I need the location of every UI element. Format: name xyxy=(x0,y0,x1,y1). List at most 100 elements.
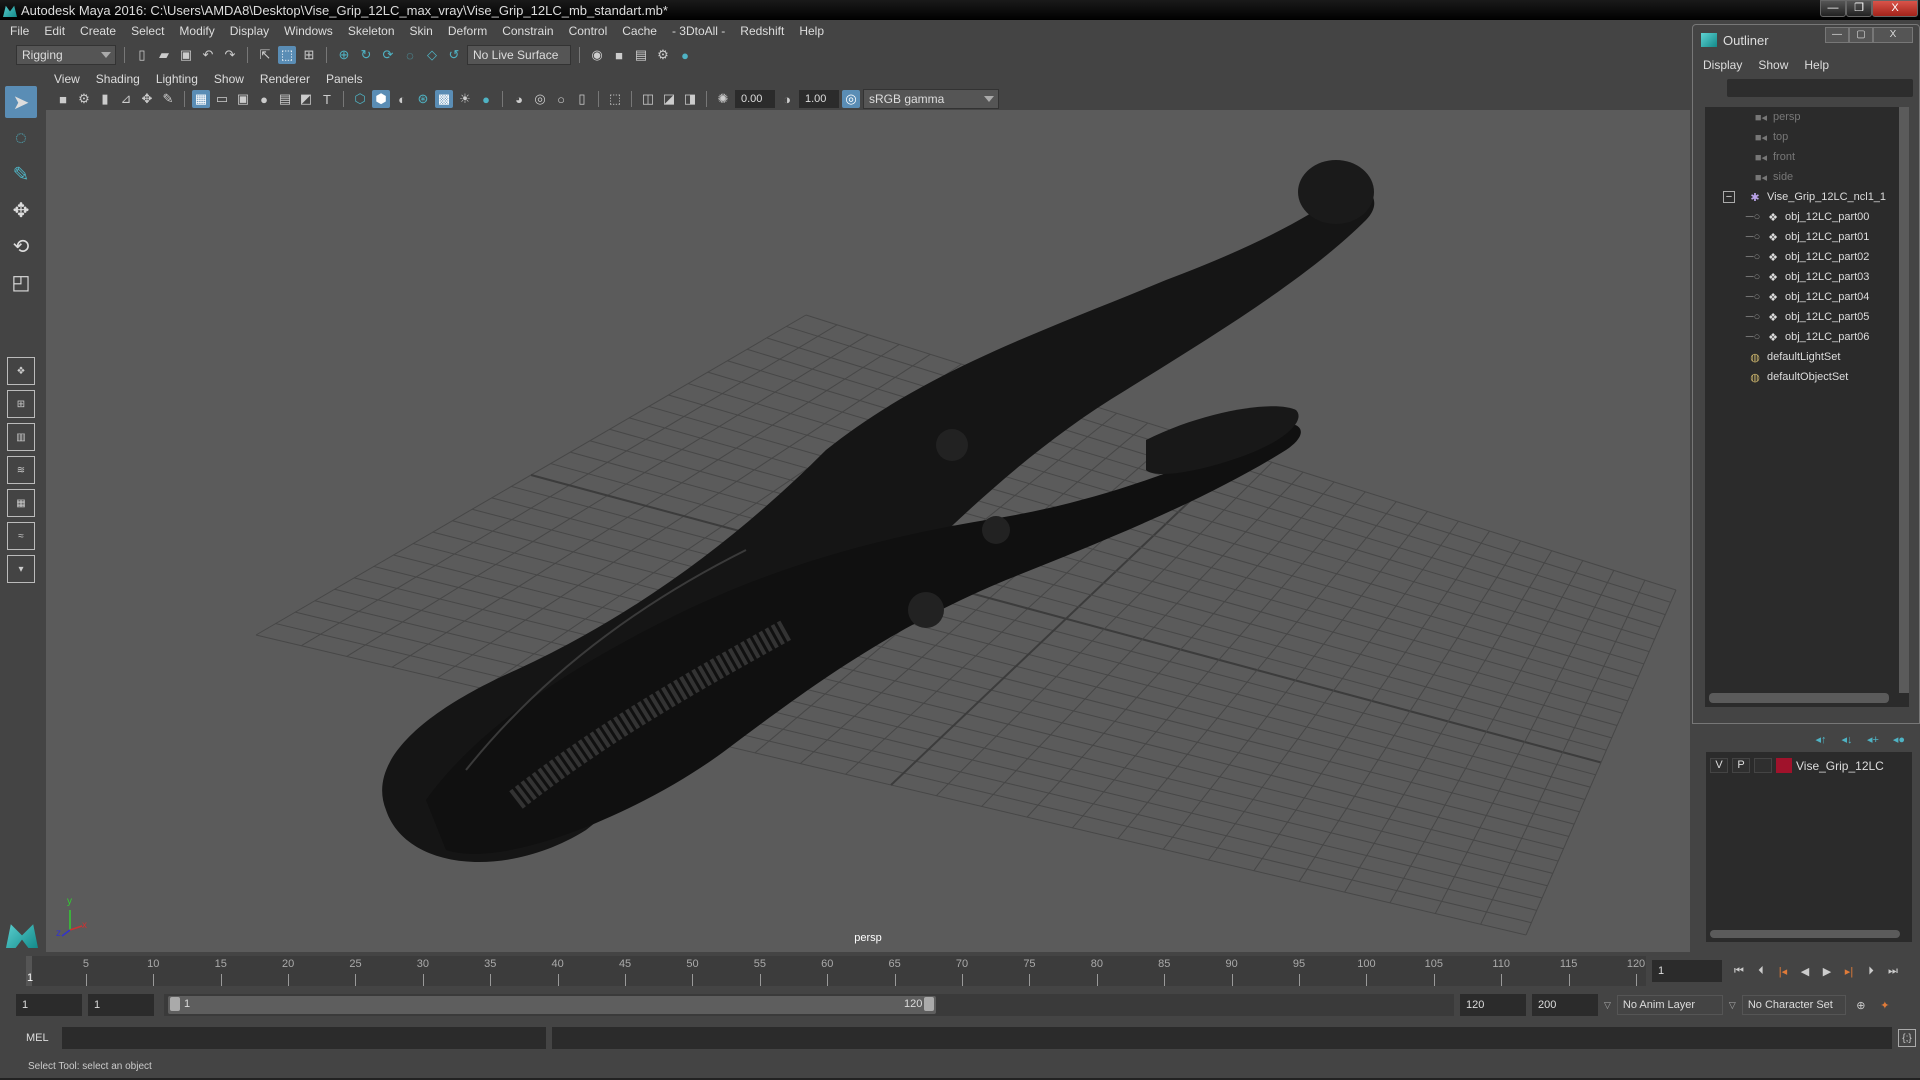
menu-cache[interactable]: Cache xyxy=(622,24,657,38)
ipr-render-icon[interactable]: ▤ xyxy=(632,46,650,64)
outliner-maximize-button[interactable]: ▢ xyxy=(1849,27,1873,43)
layer-horizontal-scrollbar[interactable] xyxy=(1710,930,1900,938)
bookmark-icon[interactable]: ▮ xyxy=(96,90,114,108)
grid-icon[interactable]: ▦ xyxy=(192,90,210,108)
safe-action-icon[interactable]: ◩ xyxy=(297,90,315,108)
outliner-item[interactable]: ─○ ❖ obj_12LC_part00 xyxy=(1705,207,1909,227)
select-component-icon[interactable]: ⊞ xyxy=(300,46,318,64)
undo-icon[interactable]: ↶ xyxy=(199,46,217,64)
anim-layer-dropdown[interactable]: No Anim Layer xyxy=(1616,995,1723,1015)
grease-pencil-icon[interactable]: ✎ xyxy=(159,90,177,108)
menu-windows[interactable]: Windows xyxy=(284,24,333,38)
render-settings-icon[interactable]: ⚙ xyxy=(654,46,672,64)
motion-blur-icon[interactable]: ◪ xyxy=(660,90,678,108)
snap-surface-icon[interactable]: ◇ xyxy=(423,46,441,64)
current-time-marker[interactable]: 1 xyxy=(26,956,33,986)
current-frame-field[interactable]: 1 xyxy=(1652,960,1722,982)
animation-preferences-icon[interactable]: ✦ xyxy=(1876,996,1894,1014)
command-language-label[interactable]: MEL xyxy=(26,1032,62,1044)
outliner-item[interactable]: − ✱ Vise_Grip_12LC_ncl1_1 xyxy=(1705,187,1909,207)
xray-joints-icon[interactable]: ◎ xyxy=(531,90,549,108)
step-forward-key-icon[interactable]: ▸| xyxy=(1840,962,1858,980)
film-gate-icon[interactable]: ▭ xyxy=(213,90,231,108)
play-backwards-icon[interactable]: ◀ xyxy=(1796,962,1814,980)
save-scene-icon[interactable]: ▣ xyxy=(177,46,195,64)
isolate-select-icon[interactable]: ⬚ xyxy=(606,90,624,108)
layer-visibility-toggle[interactable]: V xyxy=(1710,758,1728,773)
playback-start-field[interactable]: 1 xyxy=(88,994,154,1016)
go-to-start-icon[interactable]: ⏮ xyxy=(1730,962,1748,980)
hypershade-layout-icon[interactable]: ▦ xyxy=(7,489,35,517)
viewport-persp[interactable]: y x z persp xyxy=(46,110,1690,952)
outliner-item[interactable]: ─○ ❖ obj_12LC_part06 xyxy=(1705,327,1909,347)
ambient-occlusion-icon[interactable]: ▯ xyxy=(573,90,591,108)
move-tool-icon[interactable]: ✥ xyxy=(5,194,37,226)
new-layer-icon[interactable]: ◂+ xyxy=(1864,730,1882,748)
command-input[interactable] xyxy=(62,1027,546,1049)
textured-icon[interactable]: ▩ xyxy=(435,90,453,108)
persp-graph-layout-icon[interactable]: ≋ xyxy=(7,456,35,484)
hypershade-icon[interactable]: ● xyxy=(676,46,694,64)
outliner-menu-display[interactable]: Display xyxy=(1703,58,1742,72)
layer-color-swatch[interactable] xyxy=(1776,758,1792,773)
new-layer-selected-icon[interactable]: ◂● xyxy=(1890,730,1908,748)
menu-modify[interactable]: Modify xyxy=(179,24,214,38)
graph-layout-icon[interactable]: ≈ xyxy=(7,522,35,550)
antialias-icon[interactable]: ◨ xyxy=(681,90,699,108)
outliner-minimize-button[interactable]: — xyxy=(1825,27,1849,43)
collapse-icon[interactable]: − xyxy=(1723,191,1735,203)
render-frame-icon[interactable]: ■ xyxy=(610,46,628,64)
custom-layout-icon[interactable]: ▾ xyxy=(7,555,35,583)
gamma-field[interactable]: 1.00 xyxy=(799,90,839,108)
minimize-button[interactable]: — xyxy=(1820,0,1846,17)
menu-skin[interactable]: Skin xyxy=(410,24,433,38)
image-plane-icon[interactable]: ⊿ xyxy=(117,90,135,108)
four-view-layout-icon[interactable]: ⊞ xyxy=(7,390,35,418)
move-layer-down-icon[interactable]: ◂↓ xyxy=(1838,730,1856,748)
panel-menu-view[interactable]: View xyxy=(54,72,80,86)
layer-row[interactable]: V P Vise_Grip_12LC xyxy=(1706,752,1912,779)
auto-key-icon[interactable]: ⊕ xyxy=(1852,996,1870,1014)
menu-skeleton[interactable]: Skeleton xyxy=(348,24,395,38)
outliner-horizontal-scrollbar[interactable] xyxy=(1709,693,1889,703)
2d-pan-zoom-icon[interactable]: ✥ xyxy=(138,90,156,108)
shade-wireframe-icon[interactable]: ◐ xyxy=(393,90,411,108)
gate-mask-icon[interactable]: ● xyxy=(255,90,273,108)
outliner-item[interactable]: ◍ defaultObjectSet xyxy=(1705,367,1909,387)
shadows-icon[interactable]: ● xyxy=(477,90,495,108)
time-ruler[interactable]: 1 5 10 15 20 25 30 35 40 45 50 55 60 65 70 75 80 85 90 95 1… xyxy=(26,956,1646,986)
range-slider[interactable]: 1 120 xyxy=(164,994,1454,1016)
outliner-filter-input[interactable] xyxy=(1727,79,1913,97)
play-forwards-icon[interactable]: ▶ xyxy=(1818,962,1836,980)
outliner-item[interactable]: ─○ ❖ obj_12LC_part03 xyxy=(1705,267,1909,287)
anim-layer-chevron-icon[interactable]: ▽ xyxy=(1604,1000,1611,1011)
wireframe-on-shaded-icon[interactable]: ⊛ xyxy=(414,90,432,108)
render-view-icon[interactable]: ◉ xyxy=(588,46,606,64)
script-editor-icon[interactable]: {;} xyxy=(1898,1029,1916,1047)
panel-menu-shading[interactable]: Shading xyxy=(96,72,140,86)
menu-edit[interactable]: Edit xyxy=(44,24,65,38)
layer-display-type-toggle[interactable] xyxy=(1754,758,1772,773)
outliner-item[interactable]: ■◂ side xyxy=(1705,167,1909,187)
lasso-tool-icon[interactable]: ◌ xyxy=(5,122,37,154)
outliner-persp-layout-icon[interactable]: ▥ xyxy=(7,423,35,451)
outliner-item[interactable]: ─○ ❖ obj_12LC_part05 xyxy=(1705,307,1909,327)
rotate-tool-icon[interactable]: ⟲ xyxy=(5,230,37,262)
character-set-chevron-icon[interactable]: ▽ xyxy=(1729,1000,1736,1011)
color-management-toggle-icon[interactable]: ◎ xyxy=(842,90,860,108)
snap-curve-icon[interactable]: ↻ xyxy=(357,46,375,64)
panel-menu-show[interactable]: Show xyxy=(214,72,244,86)
select-hierarchy-icon[interactable]: ⇱ xyxy=(256,46,274,64)
menu-redshift[interactable]: Redshift xyxy=(740,24,784,38)
close-button[interactable]: X xyxy=(1872,0,1918,17)
layer-playback-toggle[interactable]: P xyxy=(1732,758,1750,773)
menu-deform[interactable]: Deform xyxy=(448,24,487,38)
menu-constrain[interactable]: Constrain xyxy=(502,24,553,38)
go-to-end-icon[interactable]: ⏭ xyxy=(1884,962,1902,980)
character-set-dropdown[interactable]: No Character Set xyxy=(1741,995,1846,1015)
menu-select[interactable]: Select xyxy=(131,24,164,38)
hud-icon[interactable]: ◫ xyxy=(639,90,657,108)
menu-3dtoall[interactable]: - 3DtoAll - xyxy=(672,24,725,38)
animation-end-field[interactable]: 200 xyxy=(1532,994,1598,1016)
range-end-handle[interactable] xyxy=(924,997,934,1011)
